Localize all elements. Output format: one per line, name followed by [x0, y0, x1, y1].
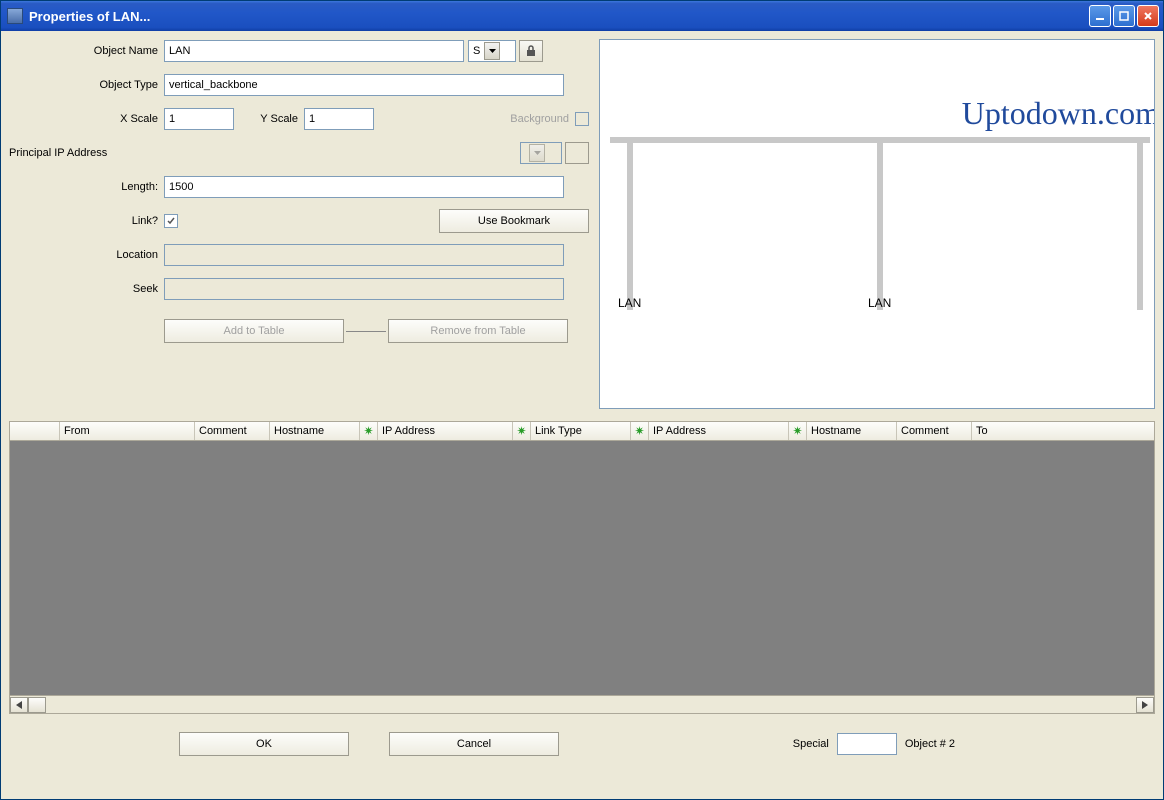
special-input[interactable] — [837, 733, 897, 755]
col-link-type[interactable]: Link Type — [531, 422, 631, 440]
ok-button[interactable]: OK — [179, 732, 349, 756]
seek-input[interactable] — [164, 278, 564, 300]
chevron-down-icon — [529, 144, 545, 162]
add-to-table-button[interactable]: Add to Table — [164, 319, 344, 343]
object-number-label: Object # 2 — [905, 738, 955, 750]
col-status-icon-2[interactable]: ✷ — [513, 422, 531, 440]
form-area: Object Name S — [9, 39, 589, 409]
col-rownum[interactable] — [10, 422, 60, 440]
cancel-button[interactable]: Cancel — [389, 732, 559, 756]
principal-ip-button — [565, 142, 589, 164]
window: Properties of LAN... Object Name S — [0, 0, 1164, 800]
preview-pane: Uptodown.com LAN LAN — [599, 39, 1155, 409]
col-status-icon-4[interactable]: ✷ — [789, 422, 807, 440]
object-type-label: Object Type — [9, 79, 164, 91]
object-name-label: Object Name — [9, 45, 164, 57]
star-icon: ✷ — [516, 425, 526, 437]
window-title: Properties of LAN... — [29, 9, 1089, 24]
object-type-input[interactable] — [164, 74, 564, 96]
col-ip-2[interactable]: IP Address — [649, 422, 789, 440]
background-label: Background — [510, 113, 569, 125]
length-input[interactable] — [164, 176, 564, 198]
scroll-thumb-button[interactable] — [28, 697, 46, 713]
link-label: Link? — [9, 215, 164, 227]
col-status-icon-1[interactable]: ✷ — [360, 422, 378, 440]
close-button[interactable] — [1137, 5, 1159, 27]
star-icon: ✷ — [634, 425, 644, 437]
scope-value: S — [473, 45, 480, 57]
seek-label: Seek — [9, 283, 164, 295]
col-status-icon-3[interactable]: ✷ — [631, 422, 649, 440]
scope-dropdown-icon — [484, 42, 500, 60]
diagram-node-2-label: LAN — [868, 296, 891, 310]
x-scale-label: X Scale — [9, 113, 164, 125]
location-input[interactable] — [164, 244, 564, 266]
col-hostname-2[interactable]: Hostname — [807, 422, 897, 440]
principal-ip-select — [520, 142, 562, 164]
object-name-input[interactable] — [164, 40, 464, 62]
background-checkbox — [575, 112, 589, 126]
scroll-left-button[interactable] — [10, 697, 28, 713]
footer: OK Cancel Special Object # 2 — [9, 732, 1155, 756]
col-hostname-1[interactable]: Hostname — [270, 422, 360, 440]
col-ip-1[interactable]: IP Address — [378, 422, 513, 440]
y-scale-input[interactable] — [304, 108, 374, 130]
star-icon: ✷ — [792, 425, 802, 437]
horizontal-scrollbar[interactable] — [9, 696, 1155, 714]
client-area: Object Name S — [1, 31, 1163, 799]
col-from[interactable]: From — [60, 422, 195, 440]
col-comment-1[interactable]: Comment — [195, 422, 270, 440]
minimize-button[interactable] — [1089, 5, 1111, 27]
length-label: Length: — [9, 181, 164, 193]
scroll-right-button[interactable] — [1136, 697, 1154, 713]
window-buttons — [1089, 5, 1159, 27]
link-checkbox[interactable] — [164, 214, 178, 228]
col-to[interactable]: To — [972, 422, 1154, 440]
location-label: Location — [9, 249, 164, 261]
lock-icon — [525, 45, 537, 57]
maximize-button[interactable] — [1113, 5, 1135, 27]
app-icon — [7, 8, 23, 24]
network-diagram — [600, 40, 1155, 400]
principal-ip-label: Principal IP Address — [9, 147, 164, 159]
x-scale-input[interactable] — [164, 108, 234, 130]
col-comment-2[interactable]: Comment — [897, 422, 972, 440]
scope-select[interactable]: S — [468, 40, 516, 62]
link-table: From Comment Hostname ✷ IP Address ✷ Lin… — [9, 421, 1155, 714]
use-bookmark-button[interactable]: Use Bookmark — [439, 209, 589, 233]
remove-from-table-button[interactable]: Remove from Table — [388, 319, 568, 343]
special-label: Special — [793, 738, 829, 750]
diagram-node-1-label: LAN — [618, 296, 641, 310]
table-header: From Comment Hostname ✷ IP Address ✷ Lin… — [9, 421, 1155, 441]
titlebar: Properties of LAN... — [1, 1, 1163, 31]
y-scale-label: Y Scale — [234, 113, 304, 125]
star-icon: ✷ — [363, 425, 373, 437]
table-body[interactable] — [9, 441, 1155, 696]
lock-button[interactable] — [519, 40, 543, 62]
